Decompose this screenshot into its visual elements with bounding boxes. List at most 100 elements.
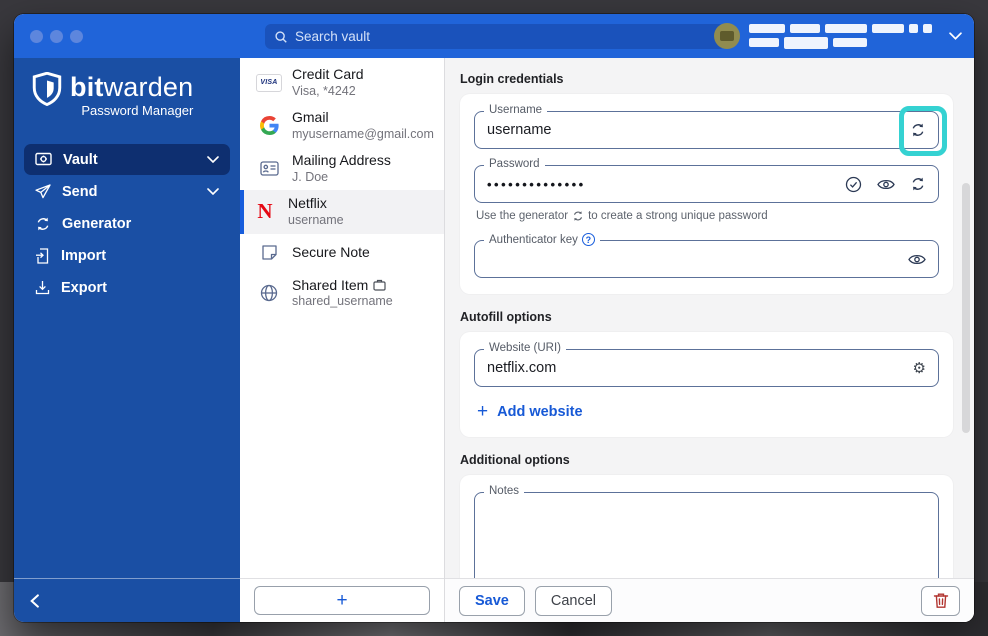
export-icon bbox=[35, 280, 50, 295]
item-subtitle: J. Doe bbox=[292, 170, 391, 186]
list-item-shared-item[interactable]: Shared Item shared_username bbox=[240, 272, 444, 315]
list-footer: + bbox=[240, 578, 444, 622]
chevron-down-icon bbox=[207, 156, 219, 163]
close-window-button[interactable] bbox=[30, 30, 43, 43]
search-placeholder: Search vault bbox=[295, 29, 370, 44]
toggle-password-visibility-icon[interactable] bbox=[877, 178, 895, 191]
username-value: username bbox=[487, 122, 551, 138]
generate-password-icon[interactable] bbox=[910, 176, 926, 192]
sidebar-item-label: Generator bbox=[62, 216, 131, 232]
add-item-button[interactable]: + bbox=[254, 586, 430, 615]
sidebar-item-label: Import bbox=[61, 248, 106, 264]
logo-subtitle: Password Manager bbox=[70, 103, 193, 118]
generator-icon bbox=[35, 216, 51, 232]
item-title: Credit Card bbox=[292, 66, 364, 84]
logo-wordmark: bitwarden bbox=[70, 72, 193, 102]
username-label: Username bbox=[484, 104, 547, 116]
login-credentials-card: Username username bbox=[460, 94, 953, 294]
autofill-options-header: Autofill options bbox=[460, 310, 953, 324]
username-field[interactable]: Username username bbox=[474, 111, 939, 149]
password-value: •••••••••••••• bbox=[487, 177, 586, 192]
google-icon bbox=[260, 116, 279, 135]
detail-scroll-area: Login credentials Username username bbox=[445, 58, 974, 578]
sidebar-footer bbox=[14, 578, 240, 622]
item-title: Shared Item bbox=[292, 277, 393, 295]
send-icon bbox=[35, 184, 51, 199]
sidebar-item-vault[interactable]: Vault bbox=[24, 144, 230, 175]
window-controls bbox=[30, 30, 83, 43]
list-item-gmail[interactable]: Gmail myusername@gmail.com bbox=[240, 104, 444, 147]
additional-options-header: Additional options bbox=[460, 453, 953, 467]
authenticator-key-label: Authenticator key bbox=[489, 234, 578, 246]
detail-footer: Save Cancel bbox=[445, 578, 974, 622]
sidebar-item-label: Export bbox=[61, 280, 107, 296]
password-label: Password bbox=[484, 158, 545, 170]
import-icon bbox=[35, 248, 50, 264]
titlebar: Search vault bbox=[14, 14, 974, 58]
list-item-netflix-selected[interactable]: N Netflix username bbox=[240, 190, 444, 233]
account-menu[interactable] bbox=[714, 14, 962, 58]
list-item-secure-note[interactable]: Secure Note bbox=[240, 234, 444, 272]
trash-icon bbox=[933, 592, 949, 609]
item-title: Netflix bbox=[288, 195, 344, 213]
bitwarden-shield-icon bbox=[32, 72, 62, 106]
collapse-sidebar-icon[interactable] bbox=[30, 594, 39, 608]
search-input[interactable]: Search vault bbox=[265, 24, 725, 49]
generate-username-icon[interactable] bbox=[910, 122, 926, 138]
login-credentials-header: Login credentials bbox=[460, 72, 953, 86]
globe-icon bbox=[260, 284, 278, 302]
desktop-background: Search vault bbox=[0, 0, 988, 636]
sidebar-item-generator[interactable]: Generator bbox=[24, 208, 230, 239]
add-website-button[interactable]: + Add website bbox=[474, 402, 939, 421]
list-item-credit-card[interactable]: VISA Credit Card Visa, *4242 bbox=[240, 61, 444, 104]
netflix-icon: N bbox=[257, 201, 272, 222]
sidebar-nav: Vault Send bbox=[14, 144, 240, 303]
item-title: Gmail bbox=[292, 109, 434, 127]
account-name-redacted bbox=[749, 24, 932, 49]
avatar bbox=[714, 23, 740, 49]
sidebar-item-label: Vault bbox=[63, 152, 98, 168]
uri-match-settings-icon[interactable]: ⚙ bbox=[913, 361, 926, 376]
detail-scrollbar-thumb[interactable] bbox=[962, 183, 970, 433]
item-subtitle: shared_username bbox=[292, 294, 393, 310]
authenticator-key-field[interactable]: Authenticator key ? bbox=[474, 240, 939, 278]
generator-inline-icon bbox=[572, 210, 584, 222]
toggle-totp-visibility-icon[interactable] bbox=[908, 253, 926, 266]
save-button[interactable]: Save bbox=[459, 586, 525, 616]
zoom-window-button[interactable] bbox=[70, 30, 83, 43]
secure-note-icon bbox=[261, 244, 278, 261]
autofill-options-card: Website (URI) netflix.com ⚙ + Add websit… bbox=[460, 332, 953, 437]
website-uri-label: Website (URI) bbox=[484, 342, 566, 354]
sidebar-item-import[interactable]: Import bbox=[24, 240, 230, 271]
minimize-window-button[interactable] bbox=[50, 30, 63, 43]
search-icon bbox=[274, 30, 288, 44]
notes-label: Notes bbox=[484, 485, 524, 497]
item-subtitle: Visa, *4242 bbox=[292, 84, 364, 100]
cancel-button[interactable]: Cancel bbox=[535, 586, 612, 616]
item-title: Mailing Address bbox=[292, 152, 391, 170]
bitwarden-logo: bitwarden Password Manager bbox=[14, 58, 240, 118]
sidebar-item-label: Send bbox=[62, 184, 97, 200]
add-website-label: Add website bbox=[497, 404, 582, 420]
item-subtitle: myusername@gmail.com bbox=[292, 127, 434, 143]
sidebar: bitwarden Password Manager Vault bbox=[14, 58, 240, 622]
bitwarden-window: Search vault bbox=[14, 14, 974, 622]
item-subtitle: username bbox=[288, 213, 344, 229]
list-item-mailing-address[interactable]: Mailing Address J. Doe bbox=[240, 147, 444, 190]
check-password-icon[interactable] bbox=[845, 176, 862, 193]
collection-icon bbox=[373, 279, 386, 291]
notes-field[interactable]: Notes bbox=[474, 492, 939, 578]
visa-card-icon: VISA bbox=[256, 74, 282, 92]
account-chevron-down-icon bbox=[949, 32, 962, 40]
additional-options-card: Notes bbox=[460, 475, 953, 578]
help-icon[interactable]: ? bbox=[582, 233, 595, 246]
chevron-down-icon bbox=[207, 188, 219, 195]
vault-icon bbox=[35, 152, 52, 167]
delete-item-button[interactable] bbox=[921, 586, 960, 616]
sidebar-item-send[interactable]: Send bbox=[24, 176, 230, 207]
plus-icon: + bbox=[477, 402, 488, 421]
item-detail-panel: Login credentials Username username bbox=[445, 58, 974, 622]
website-uri-field[interactable]: Website (URI) netflix.com ⚙ bbox=[474, 349, 939, 387]
sidebar-item-export[interactable]: Export bbox=[24, 272, 230, 303]
password-field[interactable]: Password •••••••••••••• bbox=[474, 165, 939, 203]
